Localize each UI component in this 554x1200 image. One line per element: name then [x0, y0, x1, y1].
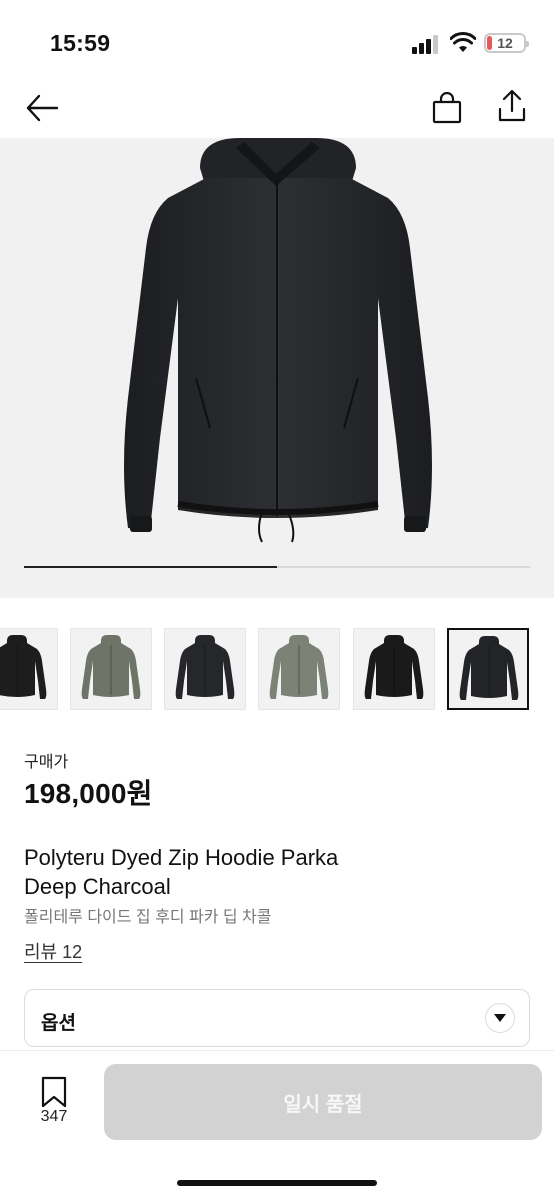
option-label: 옵션: [41, 1013, 76, 1034]
thumb-6[interactable]: [447, 628, 529, 710]
cart-button[interactable]: [428, 88, 466, 128]
share-button[interactable]: [494, 86, 530, 126]
back-arrow-icon: [26, 94, 59, 122]
carousel-progress-fill: [24, 566, 277, 568]
cellular-signal-icon: [412, 35, 438, 54]
thumb-1[interactable]: [0, 628, 58, 710]
status-time: 15:59: [50, 30, 111, 56]
product-title-line1: Polyteru Dyed Zip Hoodie Parka: [24, 845, 339, 870]
price: 198,000원: [24, 778, 153, 809]
back-button[interactable]: [22, 88, 62, 128]
product-subtitle: 폴리테루 다이드 집 후디 파카 딥 차콜: [24, 909, 272, 926]
sold-out-button: 일시 품절: [104, 1064, 542, 1140]
wishlist-button[interactable]: 347: [34, 1074, 74, 1134]
battery-percent: 12: [497, 35, 513, 51]
product-image-carousel[interactable]: [0, 138, 554, 598]
chevron-down-icon: [494, 1014, 506, 1022]
price-label: 구매가: [24, 754, 69, 771]
jacket-thumbnail-icon: [175, 635, 235, 699]
thumb-2[interactable]: [70, 628, 152, 710]
bottom-divider: [0, 1050, 554, 1051]
bookmark-icon: [41, 1076, 67, 1108]
product-title: Polyteru Dyed Zip Hoodie Parka Deep Char…: [24, 843, 524, 901]
product-title-line2: Deep Charcoal: [24, 874, 171, 899]
hoodie-parka-image: [124, 138, 432, 543]
status-bar: 15:59 12: [0, 0, 554, 80]
jacket-thumbnail-icon: [364, 635, 424, 699]
shopping-bag-icon: [432, 92, 462, 124]
thumbnail-strip: [0, 628, 554, 710]
wishlist-count: 347: [40, 1108, 68, 1125]
jacket-thumbnail-icon: [0, 635, 47, 699]
wifi-icon: [450, 32, 476, 52]
option-select[interactable]: 옵션: [24, 989, 530, 1047]
jacket-thumbnail-icon: [459, 636, 519, 700]
option-chevron-button[interactable]: [485, 1003, 515, 1033]
battery-nub: [526, 41, 529, 47]
battery-icon: 12: [484, 33, 529, 53]
top-nav: [0, 80, 554, 138]
jacket-thumbnail-icon: [81, 635, 141, 699]
home-indicator: [177, 1180, 377, 1186]
carousel-progress: [24, 566, 530, 568]
share-icon: [498, 89, 526, 122]
thumb-5[interactable]: [353, 628, 435, 710]
thumb-3[interactable]: [164, 628, 246, 710]
review-link[interactable]: 리뷰 12: [24, 938, 82, 964]
thumb-4[interactable]: [258, 628, 340, 710]
jacket-thumbnail-icon: [269, 635, 329, 699]
